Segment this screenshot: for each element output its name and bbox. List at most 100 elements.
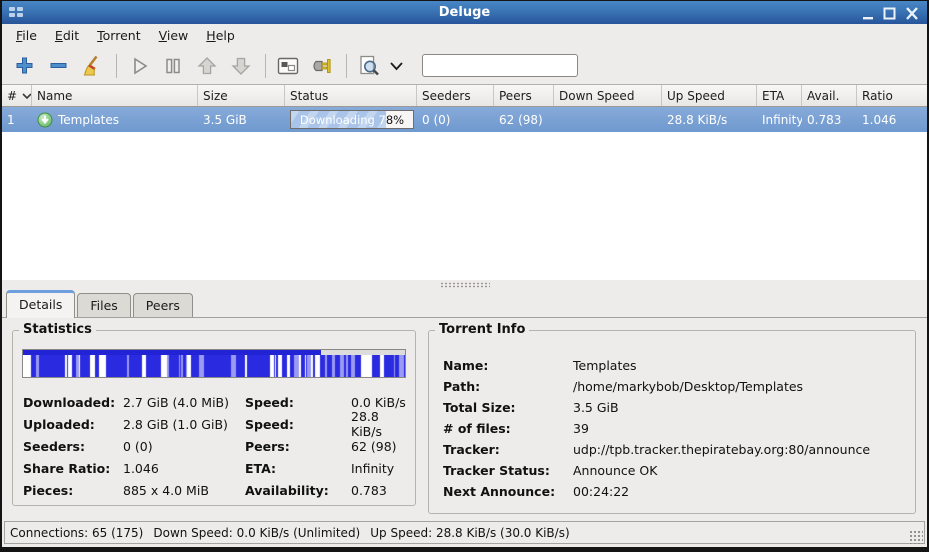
info-label: Total Size:	[443, 400, 573, 415]
column-header-up-speed[interactable]: Up Speed	[662, 85, 757, 106]
pieces-progress-widget	[22, 349, 406, 378]
stat-value: 1.046	[123, 461, 245, 476]
stat-label: Speed:	[245, 417, 351, 432]
column-header-size[interactable]: Size	[198, 85, 285, 106]
maximize-button[interactable]	[882, 6, 897, 20]
torrent-down-speed	[554, 107, 662, 132]
torrent-info-title: Torrent Info	[435, 322, 529, 337]
maximize-icon	[883, 7, 896, 20]
info-value: /home/markybob/Desktop/Templates	[573, 379, 907, 394]
find-button[interactable]	[355, 52, 383, 80]
status-frame: Connections: 65 (175) Down Speed: 0.0 Ki…	[4, 521, 925, 544]
torrent-row[interactable]: 1 Templates 3.5 GiB Downloading 78% Down…	[2, 107, 927, 132]
minus-icon	[48, 55, 69, 76]
torrent-list-empty-area[interactable]	[2, 132, 927, 280]
statistics-title: Statistics	[19, 322, 96, 337]
torrent-avail: 0.783	[802, 107, 857, 132]
toolbar-separator	[265, 54, 266, 78]
sort-indicator-icon	[22, 92, 32, 100]
tab-peers[interactable]: Peers	[133, 293, 193, 317]
preferences-button[interactable]	[274, 52, 302, 80]
stat-label: Seeders:	[23, 439, 123, 454]
info-value: 00:24:22	[573, 484, 907, 499]
stat-label: Speed:	[245, 395, 351, 410]
title-bar: Deluge	[2, 1, 927, 24]
resume-button[interactable]	[125, 52, 153, 80]
torrent-seeders: 0 (0)	[417, 107, 494, 132]
menu-help[interactable]: Help	[198, 26, 243, 45]
minimize-button[interactable]	[860, 6, 875, 20]
stat-label: Peers:	[245, 439, 351, 454]
statistics-group: Statistics Downloaded: 2.7 GiB (4.0 MiB)…	[12, 330, 416, 506]
connection-manager-button[interactable]	[308, 52, 336, 80]
pane-splitter[interactable]	[2, 280, 927, 289]
column-header-avail[interactable]: Avail.	[802, 85, 857, 106]
pause-icon	[162, 55, 184, 77]
play-icon	[128, 55, 150, 77]
info-label: Name:	[443, 358, 573, 373]
info-value: 3.5 GiB	[573, 400, 907, 415]
menu-edit[interactable]: Edit	[47, 26, 87, 45]
toolbar	[2, 47, 927, 85]
resize-grip[interactable]	[909, 530, 923, 544]
queue-up-button[interactable]	[193, 52, 221, 80]
tab-details[interactable]: Details	[6, 290, 75, 318]
stat-value: 2.8 GiB (1.0 GiB)	[123, 417, 245, 432]
torrent-name-cell: Templates	[32, 107, 198, 132]
info-label: # of files:	[443, 421, 573, 436]
status-up-speed: Up Speed: 28.8 KiB/s (30.0 KiB/s)	[370, 526, 569, 540]
menu-file[interactable]: File	[8, 26, 45, 45]
torrent-number: 1	[2, 107, 32, 132]
torrent-info-group: Torrent Info Name: Templates Path: /home…	[428, 330, 916, 514]
stat-label: Availability:	[245, 483, 351, 498]
stat-label: Share Ratio:	[23, 461, 123, 476]
remove-torrent-button[interactable]	[44, 52, 72, 80]
search-input[interactable]	[422, 54, 578, 77]
pieces-progress-strip	[23, 350, 405, 355]
details-notebook: Details Files Peers Statistics Downloade…	[2, 289, 927, 519]
tab-files[interactable]: Files	[77, 293, 130, 317]
deluge-window: Deluge File Edit Torrent View Help	[0, 0, 929, 552]
close-icon	[905, 7, 919, 20]
info-value: Announce OK	[573, 463, 907, 478]
stat-label: ETA:	[245, 461, 351, 476]
minimize-icon	[862, 8, 874, 20]
column-header-peers[interactable]: Peers	[494, 85, 554, 106]
column-header-eta[interactable]: ETA	[757, 85, 802, 106]
info-value: 39	[573, 421, 907, 436]
close-button[interactable]	[904, 6, 919, 20]
column-header-seeders[interactable]: Seeders	[417, 85, 494, 106]
column-header-status[interactable]: Status	[285, 85, 417, 106]
window-menu-icon[interactable]	[9, 7, 25, 19]
find-icon	[357, 54, 381, 78]
column-header-name[interactable]: Name	[32, 85, 198, 106]
details-page: Statistics Downloaded: 2.7 GiB (4.0 MiB)…	[2, 317, 927, 519]
menu-torrent[interactable]: Torrent	[89, 26, 148, 45]
stat-label: Uploaded:	[23, 417, 123, 432]
column-header-number[interactable]: #	[2, 85, 32, 106]
toolbar-separator	[346, 54, 347, 78]
menu-view[interactable]: View	[151, 26, 197, 45]
chevron-down-icon	[389, 60, 404, 72]
menu-bar: File Edit Torrent View Help	[2, 24, 927, 47]
pause-button[interactable]	[159, 52, 187, 80]
stat-label: Pieces:	[23, 483, 123, 498]
stat-value: 0.783	[351, 483, 409, 498]
window-title: Deluge	[2, 5, 927, 20]
status-down-speed: Down Speed: 0.0 KiB/s (Unlimited)	[153, 526, 360, 540]
add-torrent-button[interactable]	[10, 52, 38, 80]
find-dropdown-button[interactable]	[389, 60, 404, 72]
torrent-info-grid: Name: Templates Path: /home/markybob/Des…	[443, 355, 907, 502]
column-header-down-speed[interactable]: Down Speed	[554, 85, 662, 106]
plus-icon	[14, 55, 35, 76]
arrow-down-icon	[230, 55, 252, 77]
clear-finished-button[interactable]	[78, 52, 106, 80]
info-label: Tracker Status:	[443, 463, 573, 478]
queue-down-button[interactable]	[227, 52, 255, 80]
column-header-ratio[interactable]: Ratio	[857, 85, 927, 106]
toolbar-separator	[116, 54, 117, 78]
broom-icon	[81, 55, 103, 77]
pieces-progress-strip-fill	[23, 350, 321, 355]
info-label: Tracker:	[443, 442, 573, 457]
statistics-grid: Downloaded: 2.7 GiB (4.0 MiB) Speed: 0.0…	[23, 391, 409, 501]
